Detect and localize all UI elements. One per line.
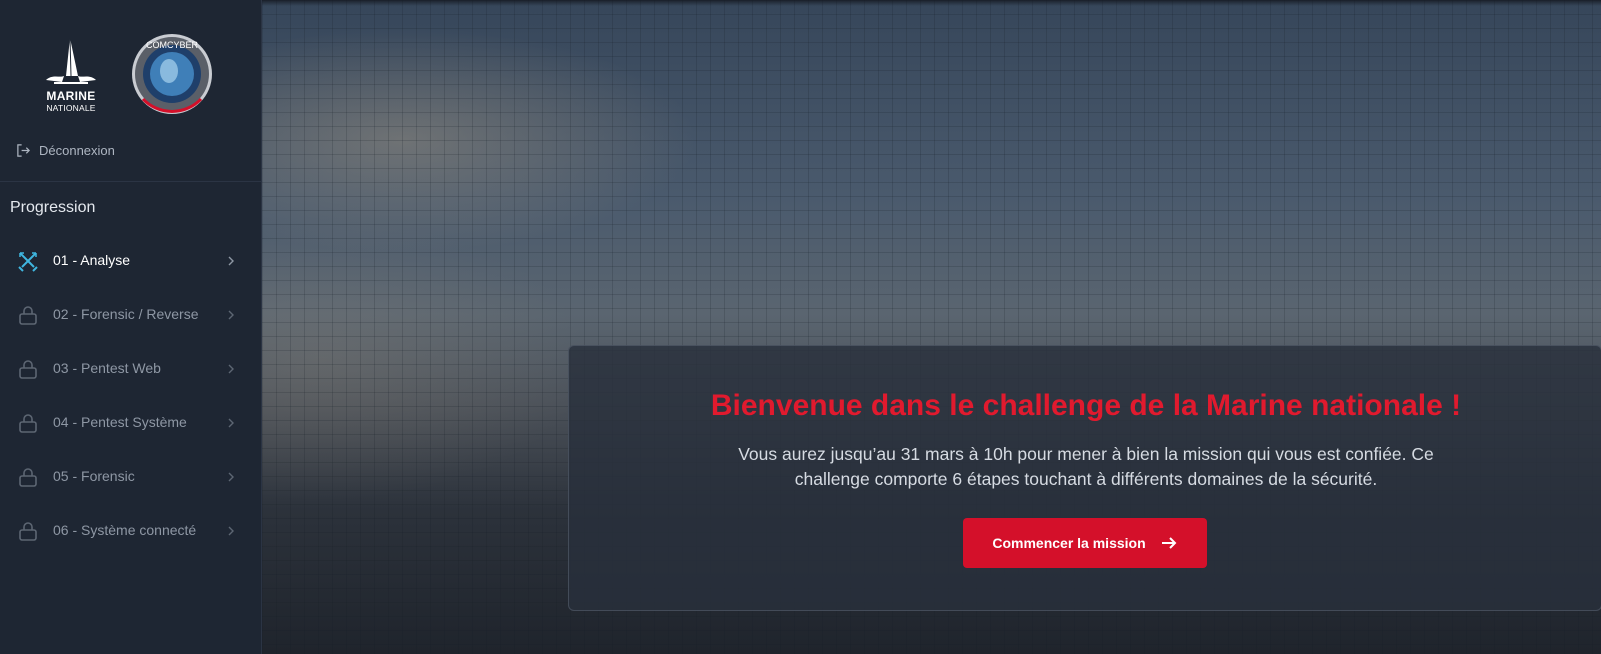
- logos: MARINE NATIONALE COMCYBER: [0, 30, 262, 120]
- arrow-right-icon: [1161, 537, 1177, 549]
- lock-icon: [19, 414, 37, 433]
- anchor-sail-icon: [46, 37, 96, 84]
- progression-title: Progression: [10, 199, 96, 216]
- marine-nationale-logo: MARINE NATIONALE: [40, 36, 102, 116]
- logo-text-marine: MARINE: [46, 89, 96, 103]
- logo-text-nationale: NATIONALE: [46, 103, 96, 113]
- lock-icon: [19, 468, 37, 487]
- logout-icon: [17, 143, 30, 157]
- chevron-right-icon: [228, 526, 234, 536]
- start-mission-button[interactable]: Commencer la mission: [963, 518, 1207, 568]
- nav-item-label: 03 - Pentest Web: [53, 360, 161, 376]
- nav-item-pentest-web[interactable]: 03 - Pentest Web: [0, 342, 262, 396]
- sidebar-divider: [0, 181, 262, 182]
- sidebar: MARINE NATIONALE COMCYBER Déconnexion Pr…: [0, 0, 262, 654]
- main-area: Bienvenue dans le challenge de la Marine…: [262, 0, 1601, 654]
- comcyber-logo: COMCYBER: [131, 33, 213, 115]
- lock-icon: [19, 360, 37, 379]
- nav-item-label: 06 - Système connecté: [53, 522, 197, 538]
- nav-item-label: 01 - Analyse: [53, 252, 131, 268]
- chevron-right-icon: [228, 256, 234, 266]
- lock-icon: [19, 306, 37, 325]
- nav-item-label: 02 - Forensic / Reverse: [53, 306, 199, 322]
- nav-item-label: 04 - Pentest Système: [53, 414, 187, 430]
- crossed-swords-icon: [18, 252, 38, 272]
- progression-nav: 01 - Analyse 02 - Forensic / Reverse 03 …: [0, 234, 262, 558]
- chevron-right-icon: [228, 418, 234, 428]
- nav-item-label: 05 - Forensic: [53, 468, 135, 484]
- welcome-card: Bienvenue dans le challenge de la Marine…: [568, 345, 1601, 611]
- top-shade: [262, 0, 1601, 6]
- comcyber-top-text: COMCYBER: [146, 40, 199, 50]
- logout-link[interactable]: Déconnexion: [16, 140, 115, 160]
- nav-item-analyse[interactable]: 01 - Analyse: [0, 234, 262, 288]
- chevron-right-icon: [228, 472, 234, 482]
- start-mission-label: Commencer la mission: [992, 535, 1146, 551]
- welcome-title: Bienvenue dans le challenge de la Marine…: [710, 389, 1462, 422]
- nav-item-forensic[interactable]: 05 - Forensic: [0, 450, 262, 504]
- chevron-right-icon: [228, 364, 234, 374]
- lock-icon: [19, 522, 37, 541]
- welcome-text: Vous aurez jusqu’au 31 mars à 10h pour m…: [738, 444, 1434, 489]
- nav-item-systeme-connecte[interactable]: 06 - Système connecté: [0, 504, 262, 558]
- chevron-right-icon: [228, 310, 234, 320]
- nav-item-forensic-reverse[interactable]: 02 - Forensic / Reverse: [0, 288, 262, 342]
- nav-item-pentest-systeme[interactable]: 04 - Pentest Système: [0, 396, 262, 450]
- logout-label: Déconnexion: [39, 142, 115, 158]
